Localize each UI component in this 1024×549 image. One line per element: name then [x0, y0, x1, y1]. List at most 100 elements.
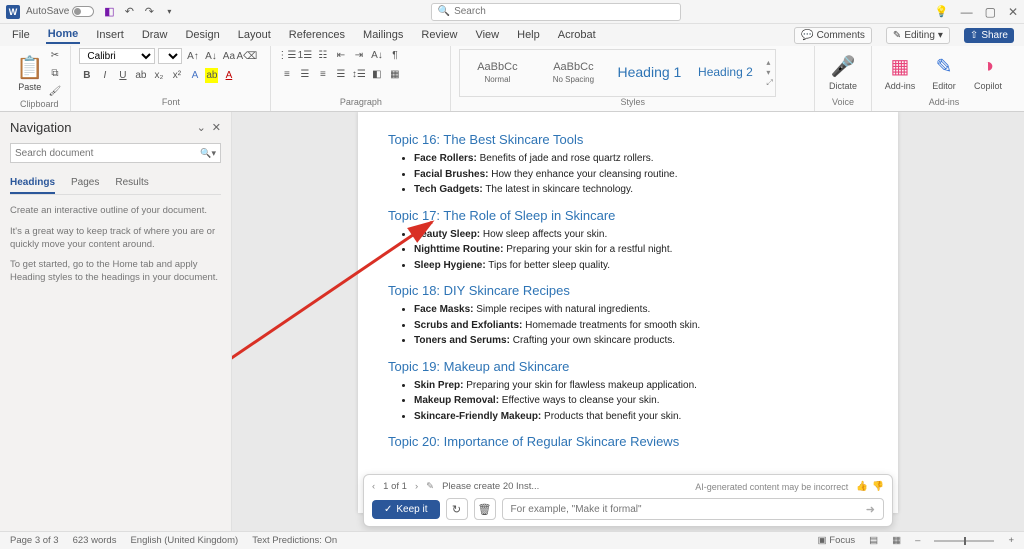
- list-item[interactable]: Tech Gadgets: The latest in skincare tec…: [414, 182, 868, 198]
- nav-tab-pages[interactable]: Pages: [71, 173, 99, 194]
- navigation-search-input[interactable]: [15, 148, 200, 159]
- toggle-switch-icon[interactable]: [72, 6, 94, 17]
- topic-heading[interactable]: Topic 18: DIY Skincare Recipes: [388, 283, 868, 298]
- styles-expand-icon[interactable]: ⤢: [766, 78, 772, 88]
- indent-dec-icon[interactable]: ⇤: [333, 48, 348, 63]
- qat-dropdown-icon[interactable]: ▾: [162, 5, 176, 19]
- align-right-icon[interactable]: ≡: [315, 67, 330, 82]
- underline-icon[interactable]: U: [115, 68, 130, 83]
- italic-icon[interactable]: I: [97, 68, 112, 83]
- topic-heading[interactable]: Topic 16: The Best Skincare Tools: [388, 132, 868, 147]
- tab-mailings[interactable]: Mailings: [361, 27, 405, 43]
- multilevel-icon[interactable]: ☷: [315, 48, 330, 63]
- font-color-icon[interactable]: A: [221, 68, 236, 83]
- superscript-icon[interactable]: x²: [169, 68, 184, 83]
- search-box[interactable]: 🔍: [431, 3, 681, 21]
- tab-file[interactable]: File: [10, 27, 32, 43]
- numbering-icon[interactable]: 1☰: [297, 48, 312, 63]
- grow-font-icon[interactable]: A↑: [185, 49, 200, 64]
- share-button[interactable]: ⇧ Share: [964, 28, 1014, 43]
- view-web-icon[interactable]: ▦: [892, 535, 901, 546]
- list-item[interactable]: Skin Prep: Preparing your skin for flawl…: [414, 378, 868, 394]
- undo-icon[interactable]: ↶: [122, 5, 136, 19]
- shrink-font-icon[interactable]: A↓: [203, 49, 218, 64]
- sort-icon[interactable]: A↓: [369, 48, 384, 63]
- format-painter-icon[interactable]: 🖌: [47, 84, 62, 99]
- status-page[interactable]: Page 3 of 3: [10, 535, 59, 546]
- list-item[interactable]: Face Rollers: Benefits of jade and rose …: [414, 151, 868, 167]
- list-item[interactable]: Skincare-Friendly Makeup: Products that …: [414, 409, 868, 425]
- zoom-slider[interactable]: [934, 540, 994, 542]
- tab-design[interactable]: Design: [183, 27, 221, 43]
- nav-dropdown-icon[interactable]: ⌄: [197, 121, 206, 134]
- styles-gallery[interactable]: AaBbCcNormal AaBbCcNo Spacing Heading 1 …: [459, 49, 775, 97]
- bold-icon[interactable]: B: [79, 68, 94, 83]
- status-language[interactable]: English (United Kingdom): [130, 535, 238, 546]
- text-effects-icon[interactable]: A: [187, 68, 202, 83]
- font-size-select[interactable]: 11: [158, 48, 182, 64]
- style-heading2[interactable]: Heading 2: [690, 52, 760, 94]
- styles-scroll-up-icon[interactable]: ▴: [766, 58, 772, 67]
- tab-review[interactable]: Review: [419, 27, 459, 43]
- redo-icon[interactable]: ↷: [142, 5, 156, 19]
- list-item[interactable]: Scrubs and Exfoliants: Homemade treatmen…: [414, 318, 868, 334]
- subscript-icon[interactable]: x₂: [151, 68, 166, 83]
- lightbulb-icon[interactable]: 💡: [935, 5, 949, 18]
- copy-icon[interactable]: ⧉: [47, 66, 62, 81]
- topic-heading[interactable]: Topic 17: The Role of Sleep in Skincare: [388, 208, 868, 223]
- nav-tab-headings[interactable]: Headings: [10, 173, 55, 194]
- list-item[interactable]: Beauty Sleep: How sleep affects your ski…: [414, 227, 868, 243]
- change-case-icon[interactable]: Aa: [221, 49, 236, 64]
- copilot-text-input[interactable]: [511, 504, 866, 515]
- clear-format-icon[interactable]: A⌫: [239, 49, 254, 64]
- minimize-button[interactable]: —: [961, 5, 973, 19]
- nav-tab-results[interactable]: Results: [115, 173, 148, 194]
- topic-heading[interactable]: Topic 19: Makeup and Skincare: [388, 359, 868, 374]
- copilot-prev-icon[interactable]: ‹: [372, 481, 375, 492]
- autosave-toggle[interactable]: AutoSave: [26, 6, 94, 17]
- copilot-next-icon[interactable]: ›: [415, 481, 418, 492]
- document-page[interactable]: Topic 16: The Best Skincare Tools Face Ro…: [358, 112, 898, 513]
- list-item[interactable]: Facial Brushes: How they enhance your cl…: [414, 167, 868, 183]
- bullets-icon[interactable]: ⋮☰: [279, 48, 294, 63]
- list-item[interactable]: Face Masks: Simple recipes with natural …: [414, 302, 868, 318]
- list-item[interactable]: Sleep Hygiene: Tips for better sleep qua…: [414, 258, 868, 274]
- close-button[interactable]: ✕: [1008, 5, 1018, 19]
- search-icon[interactable]: 🔍▾: [200, 148, 216, 159]
- copilot-input[interactable]: ➜: [502, 498, 884, 520]
- addins-button[interactable]: ▦Add-ins: [880, 55, 920, 91]
- view-print-icon[interactable]: ▤: [869, 535, 878, 546]
- status-focus[interactable]: ▣ Focus: [818, 535, 856, 546]
- editor-button[interactable]: ✎Editor: [924, 55, 964, 91]
- comments-button[interactable]: 💬 Comments: [794, 27, 872, 44]
- status-predictions[interactable]: Text Predictions: On: [252, 535, 337, 546]
- line-spacing-icon[interactable]: ↕☰: [351, 67, 366, 82]
- document-area[interactable]: Topic 16: The Best Skincare Tools Face Ro…: [232, 112, 1024, 531]
- tab-insert[interactable]: Insert: [94, 27, 126, 43]
- style-heading1[interactable]: Heading 1: [614, 52, 684, 94]
- highlight-icon[interactable]: ab: [205, 68, 218, 83]
- zoom-out-icon[interactable]: –: [915, 535, 920, 546]
- show-marks-icon[interactable]: ¶: [387, 48, 402, 63]
- zoom-in-icon[interactable]: +: [1008, 535, 1014, 546]
- styles-scroll-down-icon[interactable]: ▾: [766, 68, 772, 77]
- thumbs-up-icon[interactable]: 👍: [856, 481, 868, 492]
- indent-inc-icon[interactable]: ⇥: [351, 48, 366, 63]
- maximize-button[interactable]: ▢: [985, 5, 996, 19]
- tab-home[interactable]: Home: [46, 26, 81, 44]
- status-words[interactable]: 623 words: [73, 535, 117, 546]
- discard-icon[interactable]: 🗑: [474, 498, 496, 520]
- editing-button[interactable]: ✎ Editing ▾: [886, 27, 950, 44]
- list-item[interactable]: Nighttime Routine: Preparing your skin f…: [414, 242, 868, 258]
- list-item[interactable]: Makeup Removal: Effective ways to cleans…: [414, 393, 868, 409]
- regenerate-icon[interactable]: ↻: [446, 498, 468, 520]
- copilot-button[interactable]: ◑Copilot: [968, 55, 1008, 91]
- search-input[interactable]: [454, 6, 674, 17]
- navigation-search[interactable]: 🔍▾: [10, 143, 221, 163]
- cut-icon[interactable]: ✂: [47, 48, 62, 63]
- paste-button[interactable]: 📋 Paste: [16, 55, 43, 92]
- dictate-button[interactable]: 🎤Dictate: [823, 55, 863, 91]
- strike-icon[interactable]: ab: [133, 68, 148, 83]
- tab-draw[interactable]: Draw: [140, 27, 170, 43]
- topic-heading[interactable]: Topic 20: Importance of Regular Skincare…: [388, 434, 868, 449]
